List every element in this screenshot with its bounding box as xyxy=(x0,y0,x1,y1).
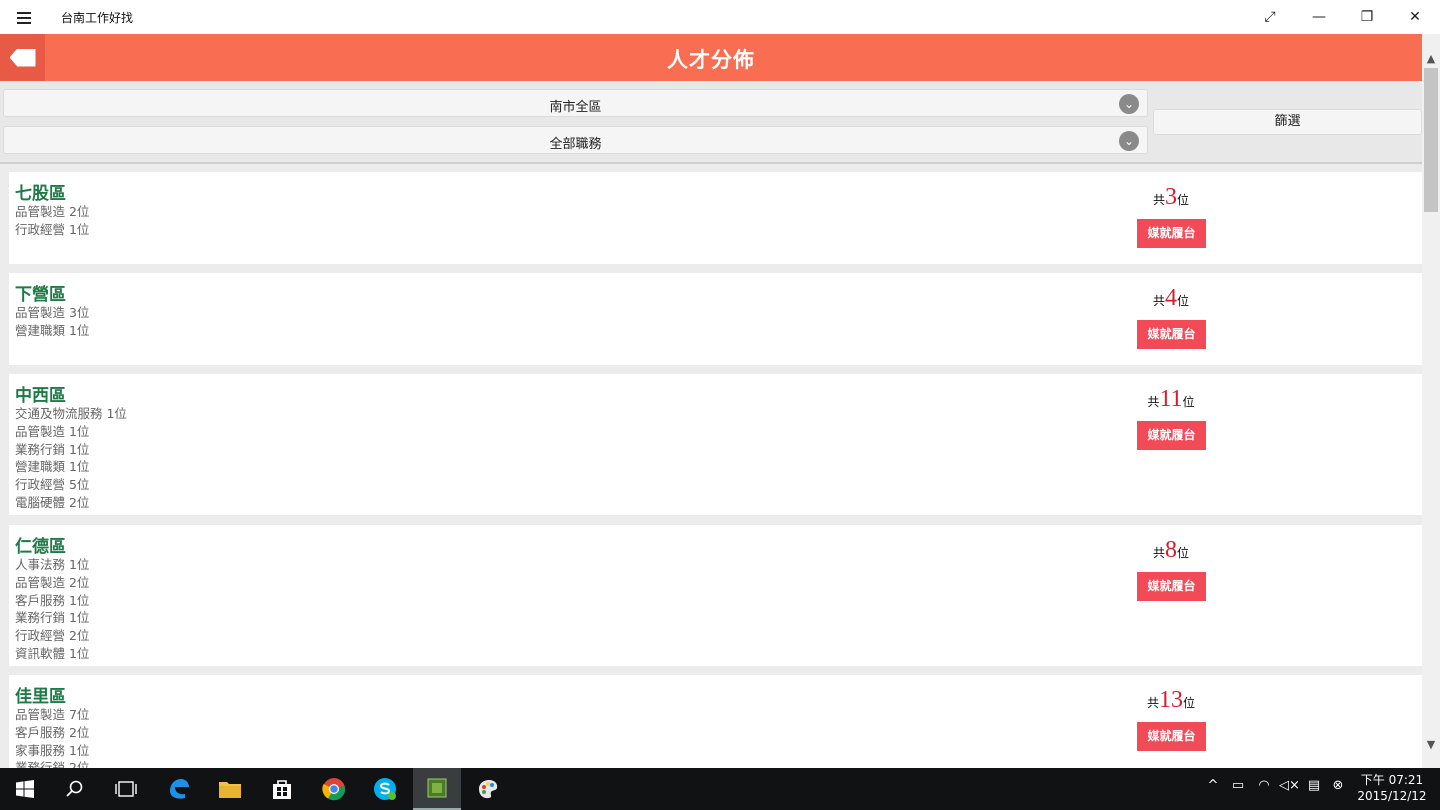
total-count: 共8位 xyxy=(1152,537,1190,563)
filter-bar: 南市全區 ⌄ 全部職務 ⌄ 篩選 xyxy=(0,81,1422,162)
job-line: 業務行銷 1位 xyxy=(15,610,90,626)
scroll-down-icon[interactable]: ▼ xyxy=(1422,736,1440,754)
clock-time: 下午 07:21 xyxy=(1360,773,1424,787)
job-line: 業務行銷 2位 xyxy=(15,760,90,768)
volume-mute-icon[interactable]: ◁× xyxy=(1279,778,1300,798)
apply-button[interactable]: 媒就履台 xyxy=(1137,421,1206,450)
apply-button[interactable]: 媒就履台 xyxy=(1137,320,1206,349)
job-line: 客戶服務 2位 xyxy=(15,724,90,740)
clock[interactable]: 下午 07:21 2015/12/12 xyxy=(1352,772,1432,804)
job-line: 品管製造 2位 xyxy=(15,574,90,590)
job-line: 營建職類 1位 xyxy=(15,322,90,338)
title-bar: 台南工作好找 ⤢ — ❐ ✕ xyxy=(0,0,1440,34)
list-item: 七股區 品管製造 2位 行政經營 1位 共3位 媒就履台 xyxy=(9,172,1422,264)
battery-icon[interactable]: ▭ xyxy=(1228,778,1248,798)
district-name: 佳里區 xyxy=(15,687,66,707)
list-item: 佳里區 品管製造 7位 客戶服務 2位 家事服務 1位 業務行銷 2位 共13位… xyxy=(9,675,1422,768)
wifi-icon[interactable]: ◠ xyxy=(1254,778,1274,798)
taskbar: ^ ▭ ◠ ◁× ▤ ⊗ 下午 07:21 2015/12/12 xyxy=(0,768,1440,810)
maximize-icon[interactable]: ⤢ xyxy=(1247,0,1293,34)
job-type-select-value: 全部職務 xyxy=(549,137,602,152)
chevron-down-icon: ⌄ xyxy=(1119,131,1139,151)
job-line: 品管製造 1位 xyxy=(15,423,90,439)
talent-list[interactable]: 七股區 品管製造 2位 行政經營 1位 共3位 媒就履台 下營區 品管製造 3位… xyxy=(0,162,1422,768)
job-line: 資訊軟體 1位 xyxy=(15,645,90,661)
district-name: 仁德區 xyxy=(15,537,66,557)
close-button[interactable]: ✕ xyxy=(1392,0,1438,34)
job-line: 行政經營 1位 xyxy=(15,221,90,237)
job-line: 業務行銷 1位 xyxy=(15,441,90,457)
chrome-icon[interactable] xyxy=(310,768,358,810)
windows-start-icon[interactable] xyxy=(1,768,49,810)
total-count: 共11位 xyxy=(1147,386,1195,412)
job-line: 家事服務 1位 xyxy=(15,742,90,758)
restore-button[interactable]: ❐ xyxy=(1344,0,1390,34)
job-line: 營建職類 1位 xyxy=(15,459,90,475)
job-breakdown: 品管製造 3位 營建職類 1位 xyxy=(15,304,89,340)
scroll-up-icon[interactable]: ▲ xyxy=(1422,50,1440,68)
job-type-select[interactable]: 全部職務 ⌄ xyxy=(3,126,1148,154)
skype-icon[interactable] xyxy=(361,768,409,810)
job-line: 品管製造 2位 xyxy=(15,204,90,219)
job-line: 客戶服務 1位 xyxy=(15,592,90,608)
job-line: 電腦硬體 2位 xyxy=(15,494,90,510)
apply-button[interactable]: 媒就履台 xyxy=(1137,219,1206,248)
page-title: 人才分佈 xyxy=(667,48,755,72)
job-breakdown: 品管製造 7位 客戶服務 2位 家事服務 1位 業務行銷 2位 xyxy=(15,706,89,768)
district-name: 七股區 xyxy=(15,184,66,204)
task-view-icon[interactable] xyxy=(102,768,150,810)
region-select-value: 南市全區 xyxy=(549,100,602,115)
job-breakdown: 品管製造 2位 行政經營 1位 xyxy=(15,203,89,239)
job-line: 交通及物流服務 1位 xyxy=(15,406,127,421)
job-line: 品管製造 7位 xyxy=(15,707,90,722)
filter-button[interactable]: 篩選 xyxy=(1153,109,1422,135)
search-icon[interactable] xyxy=(51,768,99,810)
paint-icon[interactable] xyxy=(464,768,512,810)
store-icon[interactable] xyxy=(258,768,306,810)
list-item: 中西區 交通及物流服務 1位 品管製造 1位 業務行銷 1位 營建職類 1位 行… xyxy=(9,374,1422,515)
app-title: 台南工作好找 xyxy=(61,11,134,25)
job-line: 品管製造 3位 xyxy=(15,305,90,320)
job-breakdown: 人事法務 1位 品管製造 2位 客戶服務 1位 業務行銷 1位 行政經營 2位 … xyxy=(15,556,89,663)
district-name: 中西區 xyxy=(15,386,66,406)
list-item: 下營區 品管製造 3位 營建職類 1位 共4位 媒就履台 xyxy=(9,273,1422,365)
minimize-button[interactable]: — xyxy=(1296,0,1342,34)
job-breakdown: 交通及物流服務 1位 品管製造 1位 業務行銷 1位 營建職類 1位 行政經營 … xyxy=(15,405,127,512)
action-center-icon[interactable]: ▤ xyxy=(1304,778,1324,798)
total-count: 共4位 xyxy=(1152,285,1190,311)
hamburger-menu-icon[interactable] xyxy=(10,7,38,27)
file-explorer-icon[interactable] xyxy=(206,768,254,810)
scrollbar-thumb[interactable] xyxy=(1424,68,1438,212)
tray-chevron-up-icon[interactable]: ^ xyxy=(1203,778,1223,798)
job-line: 行政經營 2位 xyxy=(15,628,90,644)
page-header: 人才分佈 xyxy=(0,34,1422,81)
total-count: 共13位 xyxy=(1146,687,1196,713)
app-active-icon[interactable] xyxy=(413,768,461,810)
clock-date: 2015/12/12 xyxy=(1357,789,1427,803)
edge-icon[interactable] xyxy=(155,768,203,810)
job-line: 人事法務 1位 xyxy=(15,557,90,572)
list-item: 仁德區 人事法務 1位 品管製造 2位 客戶服務 1位 業務行銷 1位 行政經營… xyxy=(9,525,1422,666)
region-select[interactable]: 南市全區 ⌄ xyxy=(3,89,1148,117)
total-count: 共3位 xyxy=(1152,184,1190,210)
chevron-down-icon: ⌄ xyxy=(1119,94,1139,114)
apply-button[interactable]: 媒就履台 xyxy=(1137,572,1206,601)
district-name: 下營區 xyxy=(15,285,66,305)
job-line: 行政經營 5位 xyxy=(15,477,90,493)
scrollbar[interactable]: ▲ ▼ xyxy=(1422,34,1440,768)
notification-close-icon[interactable]: ⊗ xyxy=(1328,778,1348,798)
apply-button[interactable]: 媒就履台 xyxy=(1137,722,1206,751)
